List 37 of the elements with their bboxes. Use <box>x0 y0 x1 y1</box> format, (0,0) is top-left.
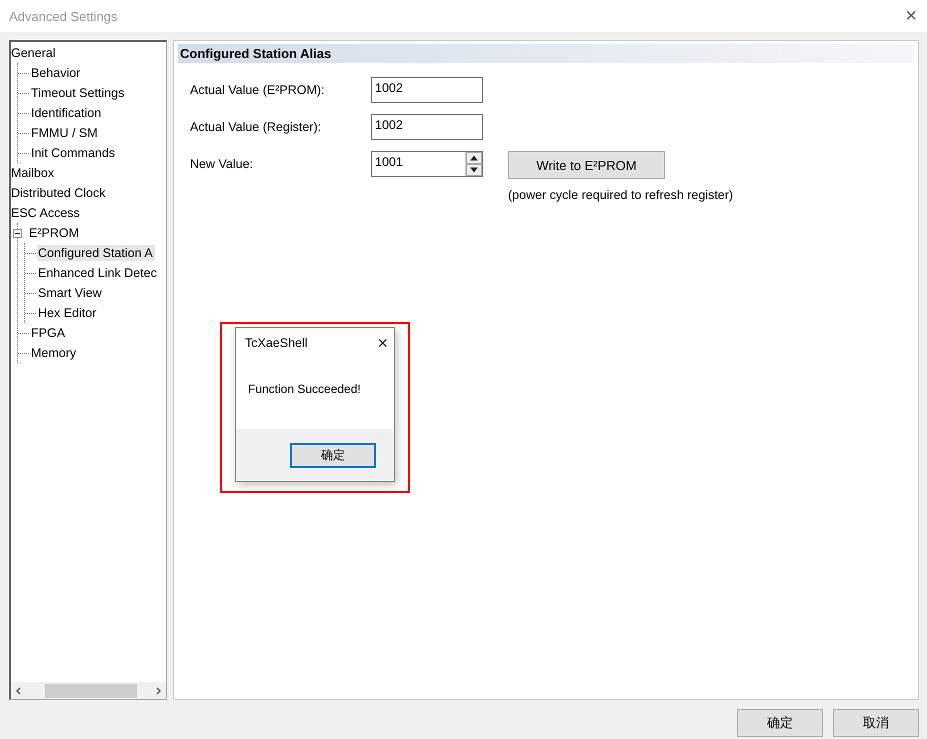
tree-item[interactable]: Behavior <box>30 65 82 81</box>
close-button[interactable]: × <box>377 334 388 352</box>
tree-item[interactable]: General <box>11 45 58 61</box>
tree-item[interactable]: FPGA <box>30 325 68 341</box>
tree-item[interactable]: Distributed Clock <box>11 185 108 201</box>
tree-item[interactable]: Init Commands <box>30 145 118 161</box>
window-title: Advanced Settings <box>9 8 118 24</box>
number-spinner[interactable]: 1001 <box>371 151 483 177</box>
tree-item[interactable]: E²PROM <box>28 225 81 241</box>
field-label: Actual Value (Register): <box>190 119 322 134</box>
tree-item[interactable]: Hex Editor <box>37 305 98 321</box>
tree-item[interactable]: Configured Station A <box>37 245 155 261</box>
write-button[interactable]: Write to E²PROM <box>508 151 665 179</box>
tree-item[interactable]: ESC Access <box>11 205 82 221</box>
field-label: Actual Value (E²PROM): <box>190 82 326 97</box>
input-field[interactable]: 1002 <box>371 77 483 103</box>
tree-item[interactable]: Memory <box>30 345 78 361</box>
scroll-left-icon[interactable] <box>15 686 23 694</box>
field-label: New Value: <box>190 156 254 171</box>
tree-item[interactable]: Timeout Settings <box>30 85 126 101</box>
dialog-button[interactable]: 确定 <box>737 709 823 737</box>
collapse-icon[interactable] <box>13 228 22 238</box>
tree-item[interactable]: Mailbox <box>11 165 56 181</box>
tree-item[interactable]: Identification <box>30 105 104 121</box>
note-text: (power cycle required to refresh register) <box>508 188 734 202</box>
tree-item[interactable]: Enhanced Link Detec <box>37 265 159 281</box>
tree-item[interactable]: FMMU / SM <box>30 125 100 141</box>
dialog-title: TcXaeShell <box>245 336 308 350</box>
message-text: Function Succeeded! <box>247 381 362 398</box>
tree-item[interactable]: Smart View <box>37 285 104 301</box>
ok-button[interactable]: 确定 <box>290 442 376 468</box>
input-field[interactable]: 1002 <box>371 114 483 140</box>
scroll-right-icon[interactable] <box>154 686 162 694</box>
close-button[interactable]: × <box>903 6 919 26</box>
horizontal-scrollbar[interactable] <box>11 682 166 699</box>
dialog-button[interactable]: 取消 <box>833 709 919 737</box>
panel-header: Configured Station Alias <box>178 44 914 63</box>
